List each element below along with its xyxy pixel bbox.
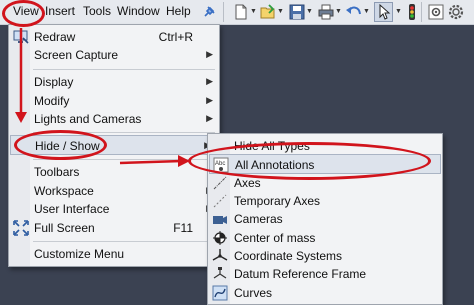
dropdown-arrow-icon[interactable]: ▼ — [250, 8, 257, 15]
menu-item-label: Screen Capture — [34, 48, 119, 62]
toolbar-divider — [223, 2, 224, 22]
menu-item-label: Datum Reference Frame — [234, 267, 367, 281]
axes-icon — [213, 176, 227, 190]
toolbar-divider — [421, 2, 422, 22]
curves-icon — [212, 285, 228, 301]
datum-reference-frame-icon — [213, 267, 227, 279]
menu-item-center-of-mass[interactable]: Center of mass — [208, 228, 442, 248]
submenu-arrow-icon: ▶ — [206, 113, 213, 123]
pin-icon[interactable] — [200, 3, 218, 21]
save-icon[interactable] — [288, 3, 306, 21]
menu-item-temporary-axes[interactable]: Temporary Axes — [208, 191, 442, 211]
menu-item-label: Lights and Cameras — [34, 112, 142, 126]
menu-item-workspace[interactable]: Workspace ▶ — [9, 181, 219, 201]
menu-item-label: Display — [34, 75, 74, 89]
menu-item-label: Toolbars — [34, 165, 80, 179]
settings-gear-icon[interactable] — [447, 3, 465, 21]
menu-item-datum-reference-frame[interactable]: Datum Reference Frame — [208, 264, 442, 284]
dropdown-arrow-icon[interactable]: ▼ — [277, 8, 284, 15]
dropdown-arrow-icon[interactable]: ▼ — [306, 8, 313, 15]
dropdown-arrow-icon[interactable]: ▼ — [363, 8, 370, 15]
menu-item-label: Workspace — [34, 184, 94, 198]
menu-window[interactable]: Window — [117, 4, 160, 18]
menu-tools[interactable]: Tools — [83, 4, 111, 18]
menu-separator — [33, 69, 215, 70]
undo-icon[interactable] — [345, 3, 363, 21]
annotation-circle-hide-show — [14, 130, 107, 160]
annotation-circle-all-annotations — [188, 142, 431, 180]
open-file-icon[interactable] — [259, 3, 277, 21]
menu-item-label: Full Screen — [34, 221, 95, 235]
menu-item-toolbars[interactable]: Toolbars — [9, 162, 219, 182]
menu-item-cameras[interactable]: Cameras — [208, 209, 442, 229]
redraw-monitor-icon — [13, 30, 29, 44]
menu-item-label: Temporary Axes — [234, 194, 321, 208]
menu-item-label: User Interface — [34, 202, 110, 216]
menu-item-label: Modify — [34, 94, 70, 108]
menu-separator — [33, 241, 215, 242]
menu-bar: View Insert Tools Window Help ▼ ▼ ▼ ▼ ▼ … — [0, 0, 474, 25]
menu-item-display[interactable]: Display ▶ — [9, 72, 219, 92]
menu-item-modify[interactable]: Modify ▶ — [9, 91, 219, 111]
select-pointer-icon — [379, 4, 391, 20]
menu-item-coordinate-systems[interactable]: Coordinate Systems — [208, 246, 442, 266]
new-document-icon[interactable] — [232, 3, 250, 21]
menu-item-screen-capture[interactable]: Screen Capture ▶ — [9, 45, 219, 65]
center-of-mass-icon — [213, 231, 227, 245]
print-icon[interactable] — [317, 3, 335, 21]
fullscreen-icon — [13, 220, 29, 236]
select-tool-button[interactable] — [374, 2, 393, 22]
dropdown-arrow-icon[interactable]: ▼ — [395, 8, 402, 15]
options-icon[interactable] — [427, 3, 445, 21]
submenu-arrow-icon: ▶ — [206, 95, 213, 105]
traffic-light-icon[interactable] — [407, 3, 417, 21]
menu-insert[interactable]: Insert — [45, 4, 75, 18]
annotation-circle-view — [2, 0, 45, 27]
menu-item-label: Redraw — [34, 30, 76, 44]
menu-item-lights-and-cameras[interactable]: Lights and Cameras ▶ — [9, 109, 219, 129]
submenu-arrow-icon: ▶ — [206, 76, 213, 86]
menu-item-user-interface[interactable]: User Interface ▶ — [9, 199, 219, 219]
menu-item-label: Center of mass — [234, 231, 316, 245]
menu-item-redraw[interactable]: Redraw Ctrl+R — [9, 27, 219, 47]
menu-item-full-screen[interactable]: Full Screen F11 — [9, 218, 219, 238]
dropdown-arrow-icon[interactable]: ▼ — [335, 8, 342, 15]
menu-item-curves[interactable]: Curves — [208, 283, 442, 303]
menu-help[interactable]: Help — [166, 4, 191, 18]
menu-item-customize-menu[interactable]: Customize Menu — [9, 244, 219, 264]
coordinate-system-icon — [212, 249, 228, 261]
menu-item-label: Curves — [234, 286, 273, 300]
menu-item-shortcut: F11 — [173, 221, 193, 235]
menu-item-shortcut: Ctrl+R — [158, 30, 193, 44]
menu-item-label: Coordinate Systems — [234, 249, 343, 263]
camera-icon — [213, 216, 227, 224]
submenu-arrow-icon: ▶ — [206, 49, 213, 59]
menu-item-label: Cameras — [234, 212, 283, 226]
menu-item-label: Customize Menu — [34, 247, 125, 261]
temporary-axes-icon — [213, 194, 227, 208]
